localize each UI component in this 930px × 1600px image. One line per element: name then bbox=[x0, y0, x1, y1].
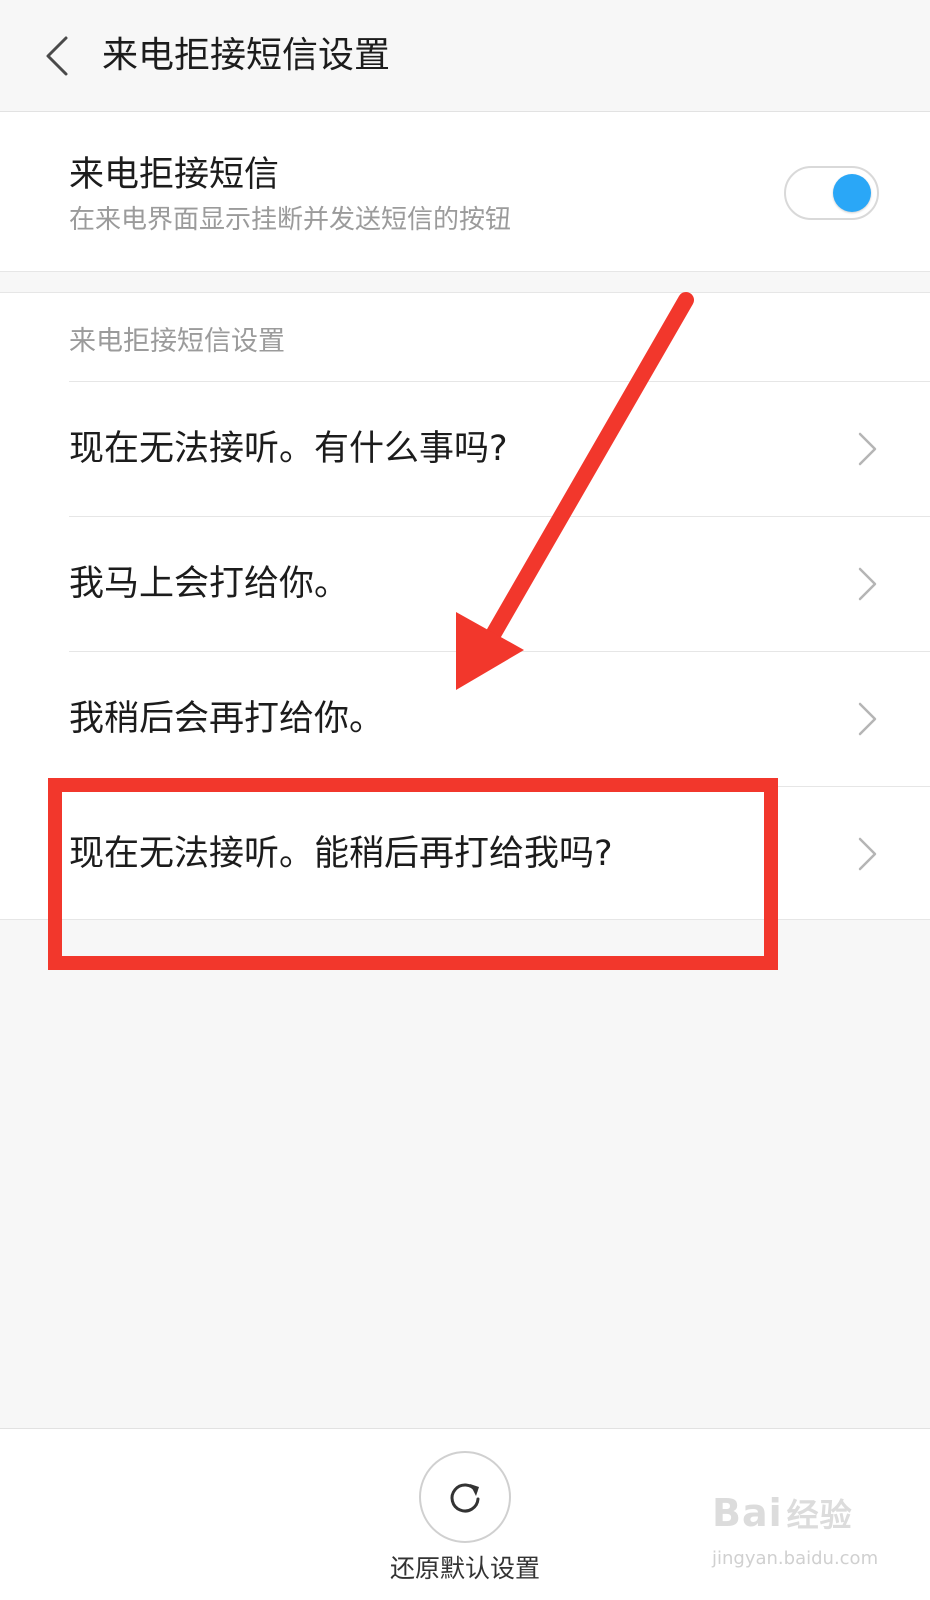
page-title: 来电拒接短信设置 bbox=[102, 35, 391, 76]
reset-defaults-label: 还原默认设置 bbox=[389, 1554, 540, 1583]
section-header: 来电拒接短信设置 bbox=[69, 326, 285, 357]
message-item-1[interactable]: 现在无法接听。有什么事吗? bbox=[69, 381, 930, 516]
message-item-2[interactable]: 我马上会打给你。 bbox=[69, 516, 930, 651]
chevron-right-icon bbox=[858, 432, 877, 466]
reject-sms-toggle-row[interactable]: 来电拒接短信 在来电界面显示挂断并发送短信的按钮 bbox=[0, 112, 930, 272]
messages-section: 来电拒接短信设置 现在无法接听。有什么事吗? 我马上会打给你。 我稍后会再打给你… bbox=[0, 292, 930, 920]
reject-sms-switch[interactable] bbox=[784, 166, 879, 220]
message-text: 我稍后会再打给你。 bbox=[69, 699, 385, 739]
message-text: 现在无法接听。能稍后再打给我吗? bbox=[69, 834, 613, 874]
message-text: 现在无法接听。有什么事吗? bbox=[69, 429, 508, 469]
toggle-subtitle: 在来电界面显示挂断并发送短信的按钮 bbox=[69, 205, 512, 235]
chevron-left-icon bbox=[46, 36, 68, 76]
header: 来电拒接短信设置 bbox=[0, 0, 930, 112]
toggle-title: 来电拒接短信 bbox=[69, 155, 280, 195]
message-item-3[interactable]: 我稍后会再打给你。 bbox=[69, 651, 930, 786]
refresh-icon bbox=[450, 1483, 480, 1513]
chevron-right-icon bbox=[858, 702, 877, 736]
chevron-right-icon bbox=[858, 567, 877, 601]
message-text: 我马上会打给你。 bbox=[69, 564, 350, 604]
message-item-4[interactable]: 现在无法接听。能稍后再打给我吗? bbox=[69, 786, 930, 921]
reset-defaults-button[interactable] bbox=[419, 1451, 511, 1543]
back-button[interactable] bbox=[30, 26, 90, 86]
screen: 来电拒接短信设置 来电拒接短信 在来电界面显示挂断并发送短信的按钮 来电拒接短信… bbox=[0, 0, 930, 1600]
bottom-bar: 还原默认设置 bbox=[0, 1428, 930, 1600]
chevron-right-icon bbox=[858, 837, 877, 871]
switch-knob bbox=[833, 174, 871, 212]
